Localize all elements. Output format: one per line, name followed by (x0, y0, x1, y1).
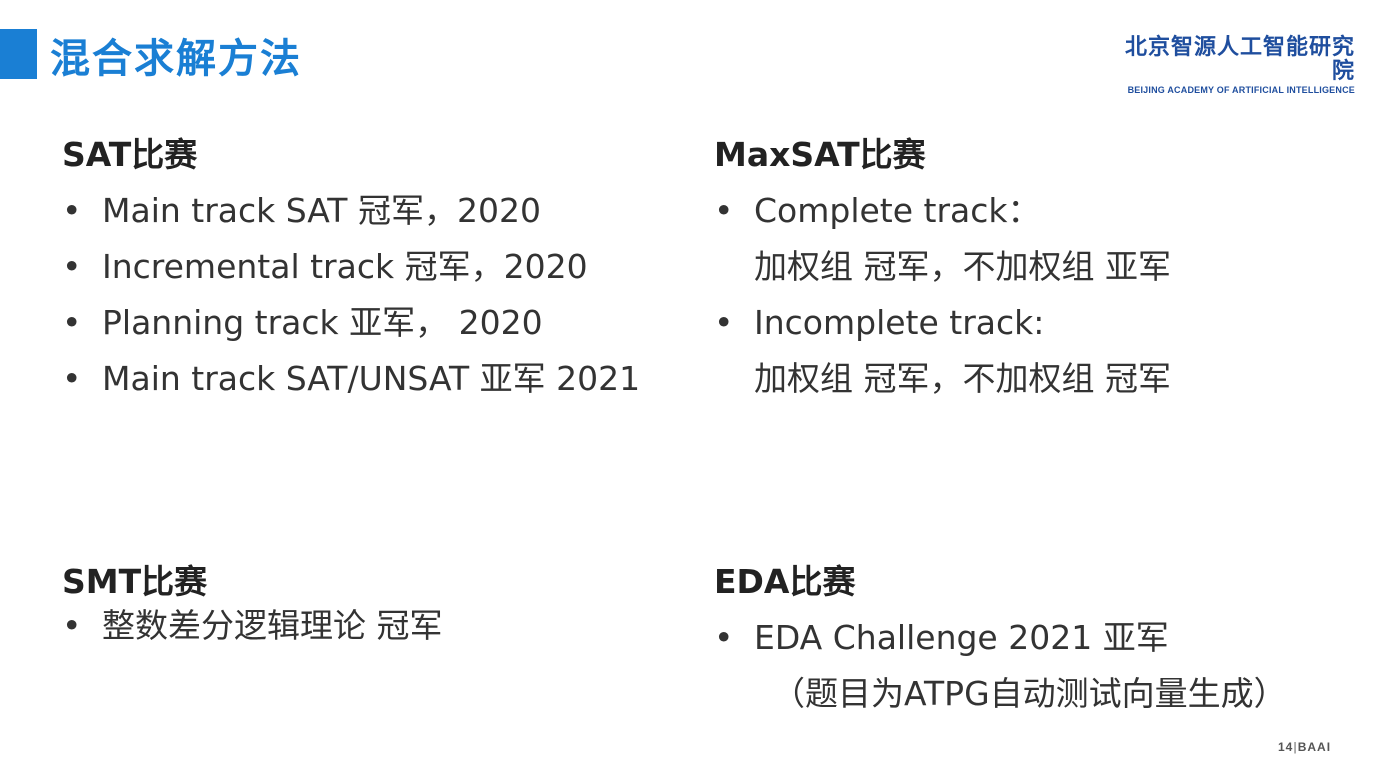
sat-heading: SAT比赛 (62, 135, 198, 174)
page-footer: 14|BAAI (1278, 740, 1332, 754)
list-item: • Main track SAT/UNSAT 亚军 2021 (62, 359, 641, 398)
list-item: • Incremental track 冠军，2020 (62, 247, 588, 286)
logo-english-name: BEIJING ACADEMY OF ARTIFICIAL INTELLIGEN… (1127, 85, 1355, 95)
list-item: • EDA Challenge 2021 亚军 (714, 618, 1169, 657)
logo-chinese-name: 北京智源人工智能研究院 (1124, 35, 1355, 84)
sat-section: SAT比赛 • Main track SAT 冠军，2020 • Increment… (62, 133, 640, 407)
maxsat-heading: MaxSAT比赛 (714, 135, 926, 174)
list-item: • Planning track 亚军， 2020 (62, 303, 543, 342)
eda-note: （题目为ATPG自动测试向量生成） (772, 674, 1287, 713)
list-item: • 整数差分逻辑理论 冠军 (62, 606, 443, 645)
page-title: 混合求解方法 (50, 36, 302, 82)
eda-section: EDA比赛 • EDA Challenge 2021 亚军 （题目为ATPG自动测… (714, 560, 1287, 722)
list-item: • Complete track： 加权组 冠军，不加权组 亚军 (714, 191, 1171, 286)
page-number: 14 (1278, 740, 1294, 754)
title-accent-bar (0, 29, 37, 79)
baai-logo: 北京智源人工智能研究院 BEIJING ACADEMY OF ARTIFICIA… (1115, 36, 1355, 96)
footer-brand: BAAI (1297, 740, 1332, 754)
smt-section: SMT比赛 • 整数差分逻辑理论 冠军 (62, 560, 443, 654)
maxsat-section: MaxSAT比赛 • Complete track： 加权组 冠军，不加权组 亚… (714, 133, 1171, 407)
eda-heading: EDA比赛 (714, 562, 856, 601)
list-item: • Main track SAT 冠军，2020 (62, 191, 541, 230)
list-item: • Incomplete track: 加权组 冠军，不加权组 冠军 (714, 303, 1171, 398)
